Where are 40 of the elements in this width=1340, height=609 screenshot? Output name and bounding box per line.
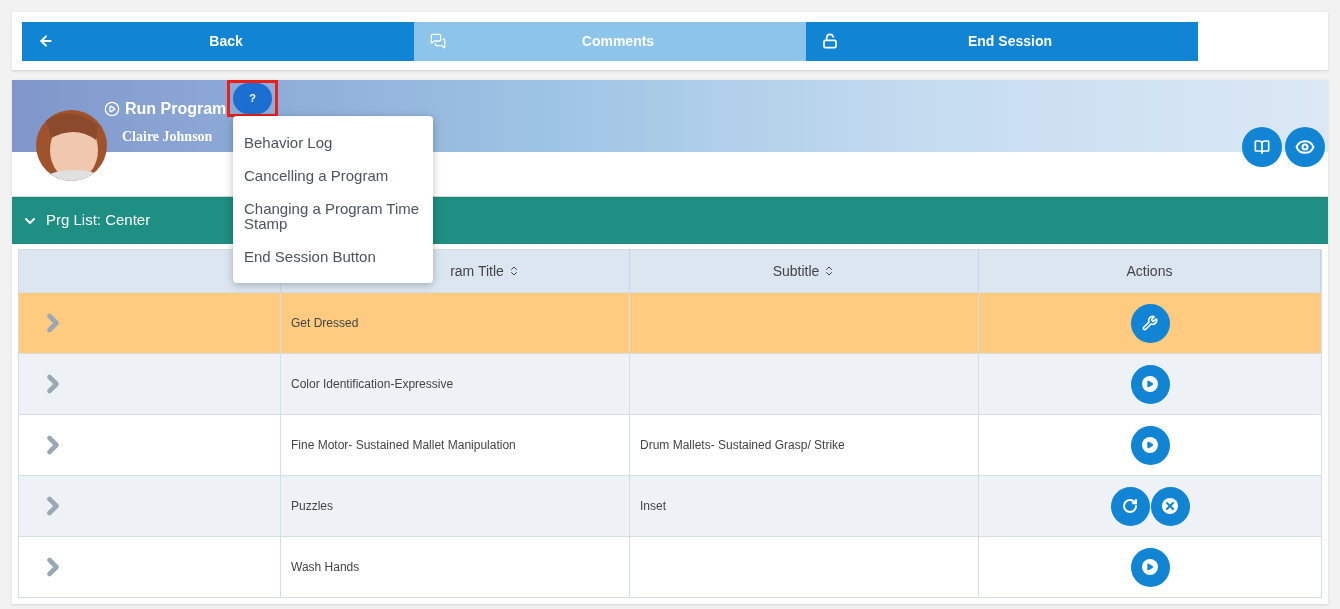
menu-item[interactable]: Changing a Program Time Stamp xyxy=(233,194,433,238)
menu-item[interactable]: Cancelling a Program xyxy=(233,161,433,190)
list-title: Prg List: Center xyxy=(46,210,151,231)
page-title: Run Program xyxy=(125,99,227,119)
table-row[interactable]: Puzzles Inset xyxy=(19,475,1321,536)
table-row[interactable]: Wash Hands xyxy=(19,536,1321,597)
row-action-button[interactable] xyxy=(1130,547,1170,587)
play-icon xyxy=(1142,376,1158,392)
table-cell-text: Puzzles xyxy=(291,498,334,515)
cancel-icon xyxy=(1162,498,1178,514)
student-name: Claire Johnson xyxy=(122,128,213,146)
table-cell-text: Color Identification-Expressive xyxy=(291,376,454,393)
header-action-button[interactable] xyxy=(1242,127,1282,167)
table-cell-text: Inset xyxy=(640,498,666,515)
table-cell-text: Wash Hands xyxy=(291,559,360,576)
header-action-button[interactable] xyxy=(1285,127,1325,167)
help-button[interactable]: ? xyxy=(233,83,272,114)
chat-icon xyxy=(430,33,446,49)
book-icon xyxy=(1254,139,1270,155)
play-icon xyxy=(1142,559,1158,575)
row-action-button[interactable] xyxy=(1150,486,1190,526)
row-action-button[interactable] xyxy=(1130,303,1170,343)
eye-icon xyxy=(1295,137,1315,157)
toolbar-button[interactable]: End Session xyxy=(806,21,1198,61)
row-action-button[interactable] xyxy=(1130,364,1170,404)
table-cell-text: Fine Motor- Sustained Mallet Manipulation xyxy=(291,437,516,454)
table-cell-text: Drum Mallets- Sustained Grasp/ Strike xyxy=(640,437,845,454)
refresh-icon xyxy=(1122,498,1138,514)
play-circle-icon xyxy=(104,101,120,117)
unlocked-padlock-icon xyxy=(822,33,838,49)
table-row[interactable]: Get Dressed xyxy=(19,292,1321,353)
row-action-button[interactable] xyxy=(1130,425,1170,465)
table-cell-text: Get Dressed xyxy=(291,315,359,332)
row-action-button[interactable] xyxy=(1110,486,1150,526)
table-row[interactable]: Fine Motor- Sustained Mallet Manipulation Drum Mallets- Sustained Grasp/ Strike xyxy=(19,414,1321,475)
play-icon xyxy=(1142,437,1158,453)
menu-item[interactable]: Behavior Log xyxy=(233,128,433,157)
wrench-icon xyxy=(1142,315,1158,331)
toolbar-button[interactable]: Back xyxy=(22,21,414,61)
table-row[interactable]: Color Identification-Expressive xyxy=(19,353,1321,414)
